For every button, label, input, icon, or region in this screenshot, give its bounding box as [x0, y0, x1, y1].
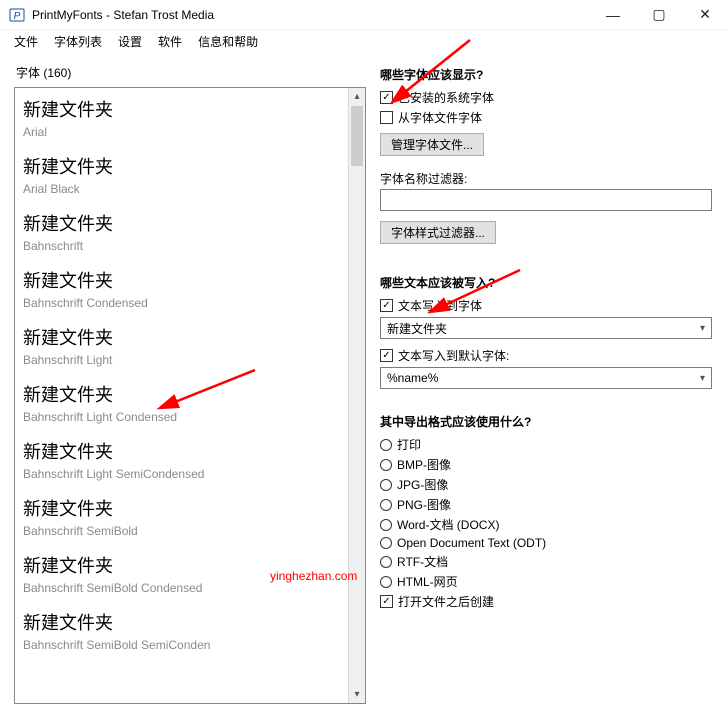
app-icon: P	[8, 6, 26, 24]
label-file-fonts: 从字体文件字体	[398, 109, 482, 126]
font-sample-text: 新建文件夹	[23, 495, 348, 521]
font-list-item[interactable]: 新建文件夹 Bahnschrift	[15, 202, 348, 259]
font-sample-text: 新建文件夹	[23, 381, 348, 407]
manage-font-files-button[interactable]: 管理字体文件...	[380, 133, 484, 156]
font-list-item[interactable]: 新建文件夹 Bahnschrift SemiBold Condensed	[15, 544, 348, 601]
label-export-format: BMP-图像	[397, 456, 451, 473]
section-write-title: 哪些文本应该被写入?	[380, 274, 712, 291]
font-list-item[interactable]: 新建文件夹 Bahnschrift SemiBold SemiConden	[15, 601, 348, 658]
label-write-to-font: 文本写入到字体	[398, 297, 482, 314]
close-button[interactable]: ✕	[682, 0, 728, 30]
label-export-format: HTML-网页	[397, 573, 458, 590]
section-display-title: 哪些字体应该显示?	[380, 66, 712, 83]
scroll-up-icon[interactable]: ▴	[349, 88, 365, 105]
font-list[interactable]: 新建文件夹 Arial 新建文件夹 Arial Black 新建文件夹 Bahnschri…	[15, 88, 348, 703]
label-export-format: Open Document Text (ODT)	[397, 536, 546, 550]
font-list-item[interactable]: 新建文件夹 Bahnschrift Light SemiCondensed	[15, 430, 348, 487]
label-export-format: 打印	[397, 436, 421, 453]
scroll-thumb[interactable]	[351, 106, 363, 166]
font-sample-text: 新建文件夹	[23, 267, 348, 293]
font-name-label: Bahnschrift Light	[23, 353, 348, 367]
label-write-to-default: 文本写入到默认字体:	[398, 347, 509, 364]
radio-export-format[interactable]	[380, 439, 392, 451]
name-filter-input[interactable]	[380, 189, 712, 211]
font-sample-text: 新建文件夹	[23, 438, 348, 464]
font-name-label: Bahnschrift SemiBold Condensed	[23, 581, 348, 595]
label-name-filter: 字体名称过滤器:	[380, 170, 712, 187]
font-sample-text: 新建文件夹	[23, 96, 348, 122]
chevron-down-icon: ▾	[700, 373, 705, 384]
font-sample-text: 新建文件夹	[23, 153, 348, 179]
radio-export-format[interactable]	[380, 479, 392, 491]
scrollbar[interactable]: ▴ ▾	[348, 88, 365, 703]
menu-software[interactable]: 软件	[152, 31, 188, 52]
font-list-item[interactable]: 新建文件夹 Bahnschrift Light Condensed	[15, 373, 348, 430]
window-title: PrintMyFonts - Stefan Trost Media	[32, 8, 590, 22]
font-name-label: Bahnschrift SemiBold	[23, 524, 348, 538]
menu-file[interactable]: 文件	[8, 31, 44, 52]
checkbox-installed-fonts[interactable]	[380, 91, 393, 104]
checkbox-open-after-create[interactable]	[380, 595, 393, 608]
chevron-down-icon: ▾	[700, 323, 705, 334]
checkbox-write-to-font[interactable]	[380, 299, 393, 312]
menu-help[interactable]: 信息和帮助	[192, 31, 264, 52]
radio-export-format[interactable]	[380, 576, 392, 588]
radio-export-format[interactable]	[380, 459, 392, 471]
label-export-format: PNG-图像	[397, 496, 451, 513]
radio-export-format[interactable]	[380, 519, 392, 531]
font-list-item[interactable]: 新建文件夹 Arial Black	[15, 145, 348, 202]
font-sample-text: 新建文件夹	[23, 552, 348, 578]
font-name-label: Bahnschrift Light Condensed	[23, 410, 348, 424]
menu-fontlist[interactable]: 字体列表	[48, 31, 108, 52]
font-list-box: 新建文件夹 Arial 新建文件夹 Arial Black 新建文件夹 Bahnschri…	[14, 87, 366, 704]
font-list-item[interactable]: 新建文件夹 Arial	[15, 88, 348, 145]
label-export-format: JPG-图像	[397, 476, 448, 493]
font-name-label: Bahnschrift Condensed	[23, 296, 348, 310]
section-export-title: 其中导出格式应该使用什么?	[380, 413, 712, 430]
font-list-item[interactable]: 新建文件夹 Bahnschrift Light	[15, 316, 348, 373]
radio-export-format[interactable]	[380, 499, 392, 511]
font-name-label: Bahnschrift SemiBold SemiConden	[23, 638, 348, 652]
label-export-format: Word-文档 (DOCX)	[397, 516, 499, 533]
svg-text:P: P	[14, 11, 21, 22]
label-open-after-create: 打开文件之后创建	[398, 593, 494, 610]
font-panel-title: 字体 (160)	[16, 64, 366, 81]
font-sample-text: 新建文件夹	[23, 210, 348, 236]
font-sample-text: 新建文件夹	[23, 324, 348, 350]
font-name-label: Bahnschrift Light SemiCondensed	[23, 467, 348, 481]
label-installed-fonts: 已安装的系统字体	[398, 89, 494, 106]
font-list-item[interactable]: 新建文件夹 Bahnschrift SemiBold	[15, 487, 348, 544]
minimize-button[interactable]: —	[590, 0, 636, 30]
font-name-label: Arial	[23, 125, 348, 139]
font-list-item[interactable]: 新建文件夹 Bahnschrift Condensed	[15, 259, 348, 316]
radio-export-format[interactable]	[380, 537, 392, 549]
font-name-label: Arial Black	[23, 182, 348, 196]
label-export-format: RTF-文档	[397, 553, 448, 570]
scroll-down-icon[interactable]: ▾	[349, 686, 365, 703]
write-text-combo[interactable]: 新建文件夹▾	[380, 317, 712, 339]
font-sample-text: 新建文件夹	[23, 609, 348, 635]
style-filter-button[interactable]: 字体样式过滤器...	[380, 221, 496, 244]
radio-export-format[interactable]	[380, 556, 392, 568]
checkbox-file-fonts[interactable]	[380, 111, 393, 124]
font-name-label: Bahnschrift	[23, 239, 348, 253]
maximize-button[interactable]: ▢	[636, 0, 682, 30]
menu-bar: 文件 字体列表 设置 软件 信息和帮助	[0, 30, 728, 52]
menu-settings[interactable]: 设置	[112, 31, 148, 52]
checkbox-write-to-default[interactable]	[380, 349, 393, 362]
title-bar: P PrintMyFonts - Stefan Trost Media — ▢ …	[0, 0, 728, 30]
default-text-combo[interactable]: %name%▾	[380, 367, 712, 389]
